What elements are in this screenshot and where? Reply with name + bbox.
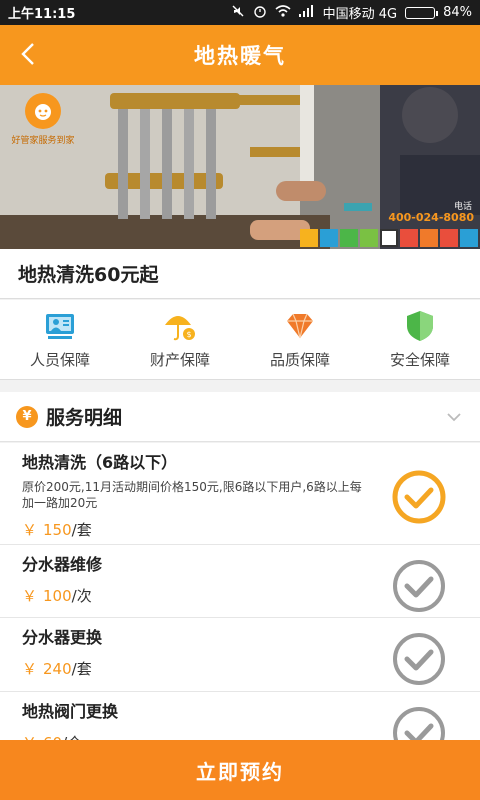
page-title: 地热暖气 (194, 44, 286, 68)
guarantee-property[interactable]: $ 财产保障 (120, 300, 240, 379)
qr-code-icon (380, 229, 398, 247)
check-circle-icon[interactable] (392, 632, 446, 686)
guarantee-row: 人员保障 $ 财产保障 品质保障 安全保障 (0, 300, 480, 380)
check-circle-icon[interactable] (392, 470, 446, 524)
back-button[interactable] (14, 39, 44, 69)
price-unit: /套 (71, 521, 92, 539)
banner-badges (300, 229, 478, 247)
guarantee-label: 安全保障 (389, 351, 450, 369)
service-item[interactable]: 分水器维修 ￥ 100/次 (0, 545, 480, 618)
status-right: 中国移动 4G 84% (231, 3, 472, 22)
alarm-icon (253, 4, 267, 22)
service-desc: 原价200元,11月活动期间价格150元,限6路以下用户,6路以上每加一路加20… (22, 480, 362, 510)
price-unit: /套 (71, 660, 92, 678)
badge-icon (420, 229, 438, 247)
guarantee-label: 财产保障 (149, 351, 210, 369)
badge-icon (400, 229, 418, 247)
signal-icon (298, 4, 315, 21)
carrier-label: 中国移动 4G (322, 7, 398, 22)
shield-icon (407, 311, 433, 341)
brand-text: 好管家服务到家 (11, 136, 75, 146)
guarantee-label: 品质保障 (269, 351, 330, 369)
battery-percent: 84% (443, 5, 472, 20)
currency-symbol: ￥ (22, 660, 38, 678)
battery-icon (405, 6, 439, 19)
book-now-button[interactable]: 立即预约 (0, 740, 480, 800)
banner-image[interactable]: 好管家服务到家 电话 400-024-8080 (0, 85, 480, 249)
person-icon (46, 314, 74, 339)
chevron-down-icon[interactable] (444, 407, 464, 427)
badge-icon (340, 229, 358, 247)
svg-text:$: $ (186, 330, 191, 339)
guarantee-safety[interactable]: 安全保障 (360, 300, 480, 379)
price-amount: 240 (43, 660, 72, 678)
service-detail-title: 服务明细 (46, 407, 123, 429)
check-circle-icon[interactable] (392, 706, 446, 740)
umbrella-icon: $ (165, 316, 195, 341)
badge-icon (460, 229, 478, 247)
chevron-left-icon (21, 43, 34, 65)
guarantee-personnel[interactable]: 人员保障 (0, 300, 120, 379)
price-amount: 150 (43, 521, 72, 539)
currency-symbol: ￥ (22, 587, 38, 605)
status-time: 上午11:15 (8, 7, 76, 22)
status-bar: 上午11:15 中国移动 4G 84% (0, 0, 480, 25)
brand-logo: 好管家服务到家 (6, 93, 80, 146)
service-item[interactable]: 分水器更换 ￥ 240/套 (0, 618, 480, 692)
book-now-label: 立即预约 (196, 759, 284, 784)
yen-icon: ¥ (16, 405, 38, 428)
mute-icon (231, 4, 245, 22)
badge-icon (360, 229, 378, 247)
phone-number: 400-024-8080 (388, 211, 474, 224)
product-name-bar: 地热清洗60元起 (0, 249, 480, 299)
guarantee-label: 人员保障 (29, 351, 90, 369)
price-unit: /次 (71, 587, 92, 605)
product-name: 地热清洗60元起 (18, 264, 159, 286)
badge-icon (300, 229, 318, 247)
check-circle-icon[interactable] (392, 559, 446, 613)
currency-symbol: ￥ (22, 521, 38, 539)
service-item[interactable]: 地热清洗（6路以下） 原价200元,11月活动期间价格150元,限6路以下用户,… (0, 443, 480, 545)
badge-icon (320, 229, 338, 247)
service-item[interactable]: 地热阀门更换 ￥60/个 (0, 692, 480, 740)
guarantee-quality[interactable]: 品质保障 (240, 300, 360, 379)
mascot-icon (25, 93, 61, 129)
header-bar: 地热暖气 (0, 25, 480, 85)
wifi-icon (275, 4, 291, 22)
badge-icon (440, 229, 458, 247)
price-amount: 100 (43, 587, 72, 605)
diamond-icon (287, 313, 313, 339)
service-list: 地热清洗（6路以下） 原价200元,11月活动期间价格150元,限6路以下用户,… (0, 443, 480, 740)
service-detail-header[interactable]: ¥ 服务明细 (0, 392, 480, 442)
